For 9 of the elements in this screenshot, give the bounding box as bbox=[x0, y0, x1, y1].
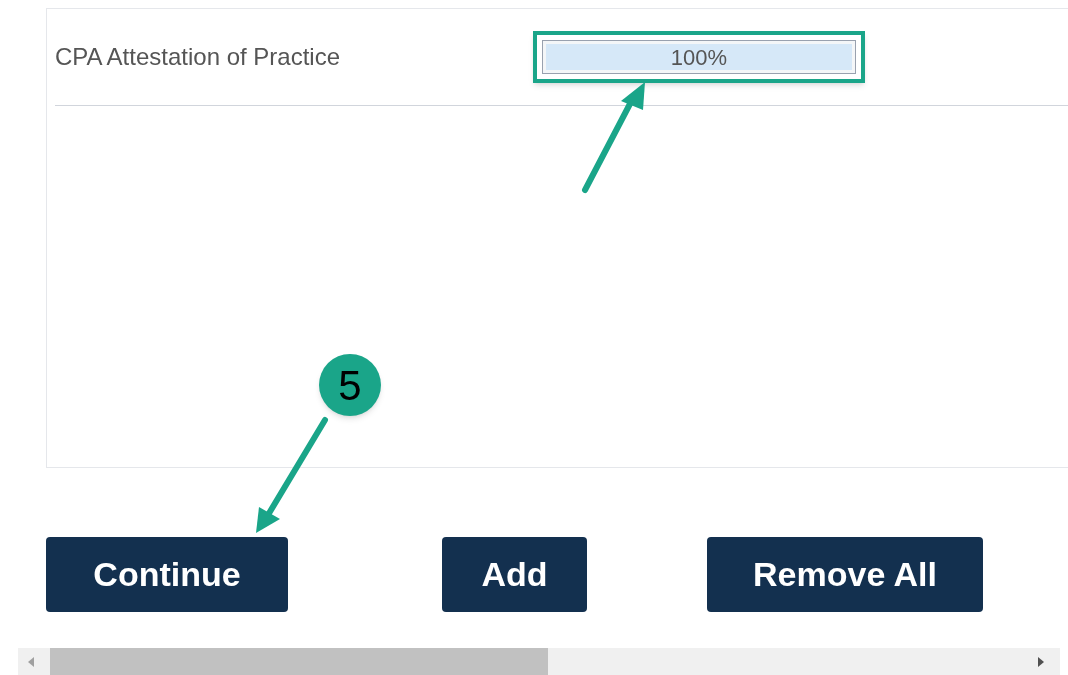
scrollbar-thumb[interactable] bbox=[50, 648, 548, 675]
action-button[interactable]: Remove All bbox=[707, 537, 983, 612]
action-button[interactable]: Continue bbox=[46, 537, 288, 612]
progress-reading: 100% bbox=[669, 43, 729, 72]
horizontal-scrollbar[interactable] bbox=[18, 648, 1060, 675]
action-button[interactable]: Add bbox=[442, 537, 587, 612]
scroll-left-icon[interactable] bbox=[26, 655, 36, 668]
document-name: CPA Attestation of Practice bbox=[55, 42, 342, 72]
scroll-right-icon[interactable] bbox=[1036, 655, 1046, 668]
